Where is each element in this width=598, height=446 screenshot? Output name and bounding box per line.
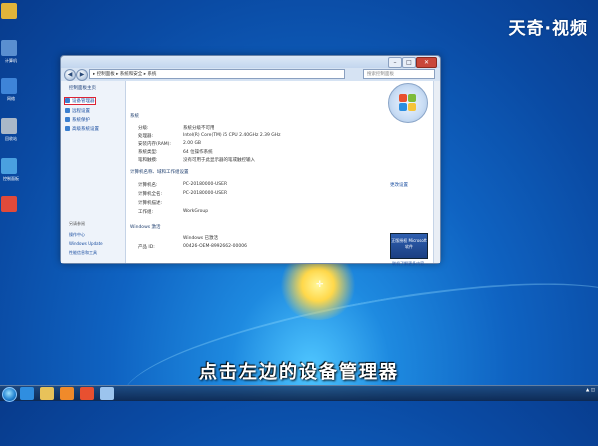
activation-section-heading: Windows 激活 xyxy=(130,225,161,230)
system-protection-link[interactable]: 系统保护 xyxy=(65,117,90,123)
action-center-link[interactable]: 操作中心 xyxy=(69,232,85,238)
info-value: PC-20180000-USER xyxy=(183,182,228,187)
advanced-settings-link[interactable]: 高级系统设置 xyxy=(65,126,99,132)
computer-section-heading: 计算机名称、域和工作组设置 xyxy=(130,170,189,175)
taskbar: ▲ ◫ xyxy=(0,385,598,402)
desktop-icon[interactable] xyxy=(1,196,17,212)
control-panel-home-link[interactable]: 控制面板主页 xyxy=(69,85,96,91)
search-input[interactable]: 搜索控制面板 xyxy=(363,69,435,79)
taskbar-control-panel-icon[interactable] xyxy=(100,387,114,400)
desktop-icon[interactable] xyxy=(1,158,17,174)
device-manager-link[interactable]: 设备管理器 xyxy=(64,97,96,105)
desktop-icon[interactable] xyxy=(1,118,17,134)
info-label: 产品 ID: xyxy=(138,245,155,250)
info-value: 没有可用于此显示器的笔或触控输入 xyxy=(183,158,255,163)
info-value: 系统分级不可用 xyxy=(183,126,215,131)
learn-more-link[interactable]: 联机了解更多内容... xyxy=(392,261,428,267)
shield-icon xyxy=(65,126,70,131)
info-value: 2.00 GB xyxy=(183,141,202,146)
taskbar-app-icon[interactable] xyxy=(80,387,94,400)
desktop-icon[interactable] xyxy=(1,40,17,56)
desktop-icon-label: 控制面板 xyxy=(3,176,19,181)
see-also-heading: 另请参阅 xyxy=(69,221,85,226)
main-pane: 系统 分级: 系统分级不可用处理器: Intel(R) Core(TM) i5 CP… xyxy=(126,81,434,266)
info-value: PC-20180000-USER xyxy=(183,191,228,196)
info-label: 分级: xyxy=(138,126,149,131)
left-pane: 控制面板主页 设备管理器 远程设置 系统保护 高级系统设置 另请参阅 操作中心 … xyxy=(61,81,126,263)
subtitle-caption: 点击左边的设备管理器 xyxy=(199,362,399,383)
info-label: 计算机名: xyxy=(138,183,158,188)
info-value: 00426-OEM-8992662-00006 xyxy=(183,244,247,249)
info-label: 计算机全名: xyxy=(138,192,163,197)
info-label: 工作组: xyxy=(138,210,154,215)
shield-icon xyxy=(65,108,70,113)
info-value: Intel(R) Core(TM) i5 CPU 2.40GHz 2.39 GH… xyxy=(183,133,281,138)
system-tray[interactable]: ▲ ◫ xyxy=(586,388,595,393)
title-bar[interactable]: – □ ✕ xyxy=(61,56,440,68)
windows-logo xyxy=(388,83,428,123)
genuine-badge: 正版授权 Microsoft 软件 xyxy=(390,233,428,259)
taskbar-media-icon[interactable] xyxy=(60,387,74,400)
desktop-icon[interactable] xyxy=(1,3,17,19)
desktop-icon-label: 网络 xyxy=(7,96,15,101)
back-button[interactable]: ◀ xyxy=(64,69,76,81)
info-label: 笔和触摸: xyxy=(138,158,158,163)
minimize-button[interactable]: – xyxy=(388,57,402,68)
shield-icon xyxy=(65,117,70,122)
mouse-cursor-icon: ✛ xyxy=(316,280,324,290)
taskbar-folder-icon[interactable] xyxy=(40,387,54,400)
address-bar[interactable]: ▸ 控制面板 ▸ 系统和安全 ▸ 系统 xyxy=(89,69,345,79)
performance-link[interactable]: 性能信息和工具 xyxy=(69,250,97,256)
maximize-button[interactable]: □ xyxy=(402,57,416,68)
system-window: – □ ✕ ◀ ▶ ▸ 控制面板 ▸ 系统和安全 ▸ 系统 搜索控制面板 控制面… xyxy=(60,55,441,266)
info-value: 64 位操作系统 xyxy=(183,150,213,155)
desktop-icon-label: 计算机 xyxy=(5,58,17,63)
desktop-icon[interactable] xyxy=(1,78,17,94)
shield-icon xyxy=(65,98,70,103)
scrollbar[interactable] xyxy=(433,81,440,263)
windows-update-link[interactable]: Windows Update xyxy=(69,241,103,246)
forward-button[interactable]: ▶ xyxy=(76,69,88,81)
watermark: 天奇·视频 xyxy=(508,19,588,39)
address-bar-area: ◀ ▶ ▸ 控制面板 ▸ 系统和安全 ▸ 系统 搜索控制面板 xyxy=(61,68,440,81)
info-label: 安装内存(RAM): xyxy=(138,142,171,147)
change-settings-link[interactable]: 更改设置 xyxy=(390,182,408,188)
close-button[interactable]: ✕ xyxy=(416,57,437,68)
info-label: 计算机描述: xyxy=(138,201,163,206)
info-label: 系统类型: xyxy=(138,150,158,155)
system-section-heading: 系统 xyxy=(130,114,139,119)
info-value: Windows 已激活 xyxy=(183,236,219,241)
info-value: WorkGroup xyxy=(183,209,209,214)
desktop-icon-label: 回收站 xyxy=(5,136,17,141)
taskbar-ie-icon[interactable] xyxy=(20,387,34,400)
remote-settings-link[interactable]: 远程设置 xyxy=(65,108,90,114)
info-label: 处理器: xyxy=(138,134,154,139)
